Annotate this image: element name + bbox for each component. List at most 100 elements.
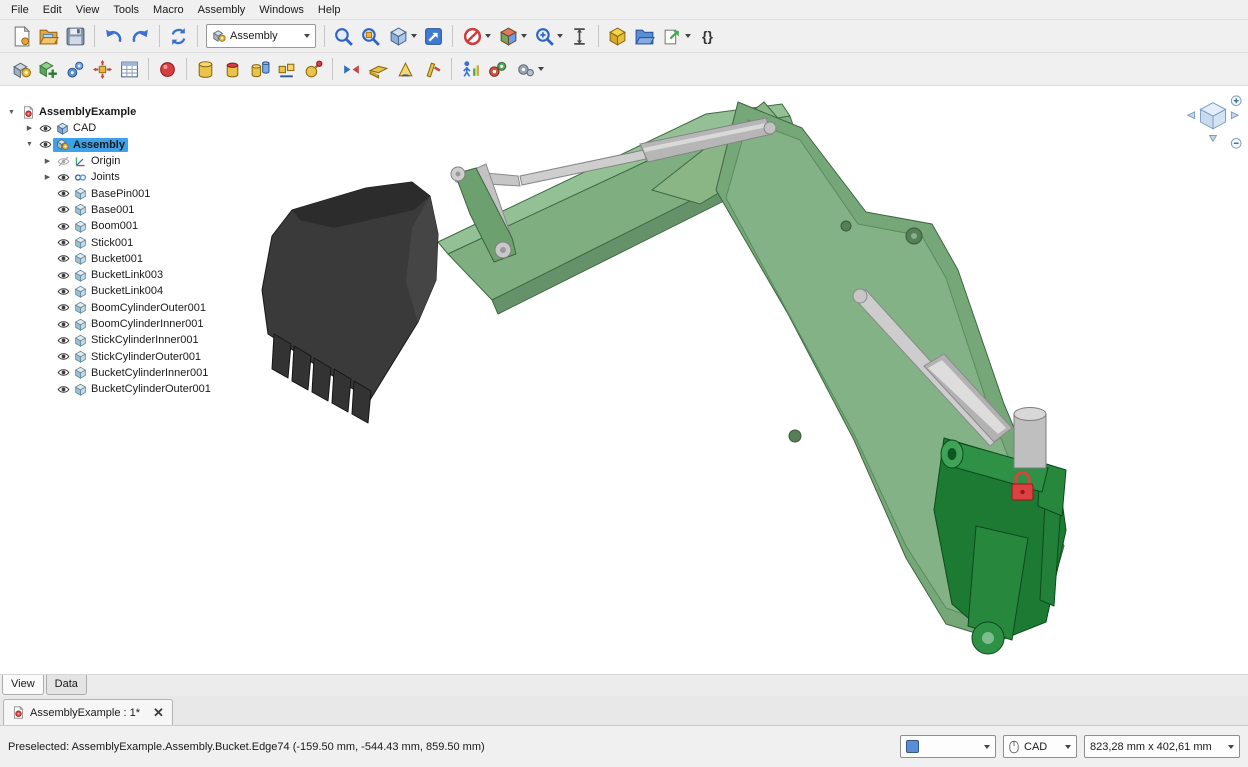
- visibility-eye-off-icon[interactable]: [55, 154, 71, 168]
- tree-item-content[interactable]: AssemblyExample: [19, 105, 139, 119]
- part-box-icon[interactable]: [604, 23, 631, 50]
- tree-item-bucketlink004[interactable]: BucketLink004: [2, 283, 302, 299]
- simulation-icon[interactable]: [457, 56, 484, 83]
- redo-icon[interactable]: [127, 23, 154, 50]
- menu-assembly[interactable]: Assembly: [191, 2, 253, 18]
- bill-of-materials-icon[interactable]: [116, 56, 143, 83]
- visibility-eye-icon[interactable]: [55, 333, 71, 347]
- tree-item-content[interactable]: BoomCylinderInner001: [71, 317, 207, 331]
- tree-item-content[interactable]: Assembly: [53, 138, 128, 152]
- tree-item-bucket001[interactable]: Bucket001: [2, 251, 302, 267]
- close-tab-icon[interactable]: ✕: [153, 706, 164, 719]
- tree-item-content[interactable]: BucketLink004: [71, 284, 166, 298]
- tree-item-origin[interactable]: ▶Origin: [2, 153, 302, 169]
- base-pin-part[interactable]: [1014, 408, 1046, 469]
- axonometric-view-icon[interactable]: [384, 23, 420, 50]
- visibility-eye-icon[interactable]: [55, 187, 71, 201]
- tree-item-basepin001[interactable]: BasePin001: [2, 185, 302, 201]
- tree-item-cad[interactable]: ▶ CAD: [2, 120, 302, 136]
- joint-distance-icon[interactable]: [365, 56, 392, 83]
- insert-component-icon[interactable]: [35, 56, 62, 83]
- tree-item-boom001[interactable]: Boom001: [2, 218, 302, 234]
- tree-item-content[interactable]: BucketLink003: [71, 268, 166, 282]
- expression-icon[interactable]: {}: [694, 23, 721, 50]
- menu-tools[interactable]: Tools: [106, 2, 146, 18]
- visibility-eye-icon[interactable]: [37, 121, 53, 135]
- tree-item-content[interactable]: CAD: [53, 121, 99, 135]
- tree-item-stickcylinderinner001[interactable]: StickCylinderInner001: [2, 332, 302, 348]
- toggle-grounded-icon[interactable]: [154, 56, 181, 83]
- new-file-icon[interactable]: [8, 23, 35, 50]
- workbench-selector[interactable]: Assembly: [206, 24, 316, 48]
- visibility-eye-icon[interactable]: [55, 170, 71, 184]
- tree-collapse-arrow-icon[interactable]: ▼: [22, 141, 37, 148]
- assembly-tools-icon[interactable]: [511, 56, 547, 83]
- style-selector[interactable]: [900, 735, 996, 758]
- tree-item-content[interactable]: Boom001: [71, 219, 141, 233]
- tree-item-stickcylinderouter001[interactable]: StickCylinderOuter001: [2, 348, 302, 364]
- dimension-selector[interactable]: 823,28 mm x 402,61 mm: [1084, 735, 1240, 758]
- tree-item-bucketcylinderouter001[interactable]: BucketCylinderOuter001: [2, 381, 302, 397]
- tree-item-content[interactable]: Joints: [71, 170, 123, 184]
- tree-item-content[interactable]: Bucket001: [71, 252, 146, 266]
- tree-item-bucketcylinderinner001[interactable]: BucketCylinderInner001: [2, 365, 302, 381]
- navigation-cube[interactable]: [1184, 94, 1242, 150]
- joint-revolute-icon[interactable]: [219, 56, 246, 83]
- visibility-eye-icon[interactable]: [55, 382, 71, 396]
- tree-item-joints[interactable]: ▶ Joints: [2, 169, 302, 185]
- solve-assembly-icon[interactable]: [62, 56, 89, 83]
- undo-icon[interactable]: [100, 23, 127, 50]
- tree-item-base001[interactable]: Base001: [2, 202, 302, 218]
- menu-macro[interactable]: Macro: [146, 2, 191, 18]
- tree-item-content[interactable]: BoomCylinderOuter001: [71, 301, 209, 315]
- measure-icon[interactable]: [566, 23, 593, 50]
- tree-item-stick001[interactable]: Stick001: [2, 234, 302, 250]
- tree-expand-arrow-icon[interactable]: ▶: [22, 124, 37, 132]
- joint-slider-icon[interactable]: [273, 56, 300, 83]
- visibility-eye-icon[interactable]: [55, 284, 71, 298]
- visibility-eye-icon[interactable]: [55, 366, 71, 380]
- tree-item-boomcylinderinner001[interactable]: BoomCylinderInner001: [2, 316, 302, 332]
- zoom-selection-icon[interactable]: [357, 23, 384, 50]
- tree-expand-arrow-icon[interactable]: ▶: [40, 157, 55, 165]
- sync-view-icon[interactable]: [420, 23, 447, 50]
- tab-view[interactable]: View: [2, 675, 44, 695]
- create-assembly-icon[interactable]: [8, 56, 35, 83]
- tab-data[interactable]: Data: [46, 675, 87, 695]
- tree-item-content[interactable]: Base001: [71, 203, 137, 217]
- visibility-eye-icon[interactable]: [55, 301, 71, 315]
- menu-edit[interactable]: Edit: [36, 2, 69, 18]
- tree-item-content[interactable]: BasePin001: [71, 187, 153, 201]
- visibility-eye-icon[interactable]: [55, 268, 71, 282]
- refresh-icon[interactable]: [165, 23, 192, 50]
- fit-all-icon[interactable]: [330, 23, 357, 50]
- draw-style-icon[interactable]: [458, 23, 494, 50]
- tree-item-assembly[interactable]: ▼ Assembly: [2, 137, 302, 153]
- menu-file[interactable]: File: [4, 2, 36, 18]
- visibility-eye-icon[interactable]: [55, 350, 71, 364]
- tree-collapse-arrow-icon[interactable]: ▼: [4, 109, 19, 116]
- visibility-eye-icon[interactable]: [37, 138, 53, 152]
- tree-item-assemblyexample[interactable]: ▼AssemblyExample: [2, 104, 302, 120]
- exploded-view-icon[interactable]: [89, 56, 116, 83]
- joint-fixed-icon[interactable]: [192, 56, 219, 83]
- open-file-icon[interactable]: [35, 23, 62, 50]
- visibility-eye-icon[interactable]: [55, 219, 71, 233]
- menu-windows[interactable]: Windows: [252, 2, 311, 18]
- tree-expand-arrow-icon[interactable]: ▶: [40, 173, 55, 181]
- tree-item-content[interactable]: StickCylinderOuter001: [71, 350, 204, 364]
- tree-item-content[interactable]: StickCylinderInner001: [71, 333, 202, 347]
- joint-angle-icon[interactable]: [392, 56, 419, 83]
- visibility-eye-icon[interactable]: [55, 252, 71, 266]
- visibility-eye-icon[interactable]: [55, 203, 71, 217]
- visibility-eye-icon[interactable]: [55, 317, 71, 331]
- document-tab[interactable]: AssemblyExample : 1* ✕: [3, 699, 173, 725]
- tree-item-content[interactable]: BucketCylinderInner001: [71, 366, 211, 380]
- zoom-tools-icon[interactable]: [530, 23, 566, 50]
- joint-ball-icon[interactable]: [300, 56, 327, 83]
- joint-lock-icon[interactable]: [419, 56, 446, 83]
- visibility-eye-icon[interactable]: [55, 236, 71, 250]
- group-icon[interactable]: [631, 23, 658, 50]
- tree-item-content[interactable]: Stick001: [71, 236, 136, 250]
- toggle-joint-direction-icon[interactable]: [338, 56, 365, 83]
